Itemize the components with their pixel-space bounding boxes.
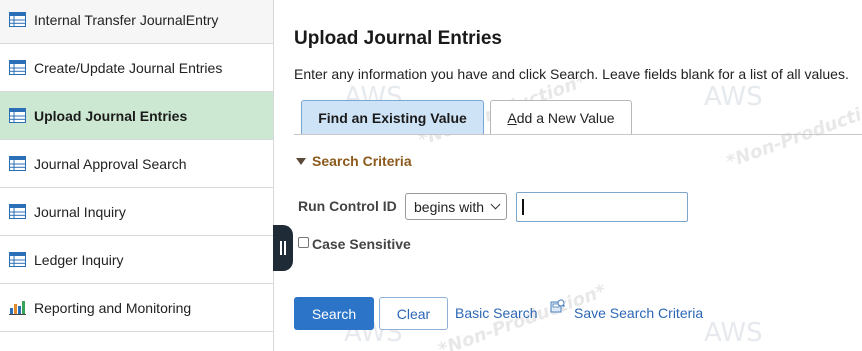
page-title: Upload Journal Entries: [294, 28, 502, 49]
watermark-non-production: *Non-Production*: [723, 92, 862, 173]
sidebar-item-label: Reporting and Monitoring: [34, 299, 192, 316]
tab-divider: [294, 134, 862, 135]
save-search-icon[interactable]: [550, 299, 565, 314]
instructions-text: Enter any information you have and click…: [294, 66, 849, 82]
tab-add-label: Add a New Value: [507, 109, 615, 126]
sidebar-item-label: Create/Update Journal Entries: [34, 59, 223, 76]
sidebar-item-upload[interactable]: Upload Journal Entries: [0, 92, 273, 140]
table-icon: [9, 108, 26, 123]
sidebar-item-label: Ledger Inquiry: [34, 251, 124, 268]
table-icon: [9, 156, 26, 171]
basic-search-link[interactable]: Basic Search: [455, 305, 537, 321]
sidebar-item-create-update[interactable]: Create/Update Journal Entries: [0, 44, 273, 92]
operator-value: begins with: [414, 198, 485, 215]
search-button[interactable]: Search: [294, 297, 374, 330]
sidebar-item-label: Journal Approval Search: [34, 155, 187, 172]
case-sensitive-label: Case Sensitive: [312, 236, 411, 252]
sidebar-item-label: Upload Journal Entries: [34, 107, 188, 124]
watermark-aws: AWS: [704, 82, 763, 112]
clear-button[interactable]: Clear: [379, 297, 448, 330]
main-content: AWS AWS AWS AWS *Non-Production* *Non-Pr…: [274, 0, 862, 351]
case-sensitive-checkbox[interactable]: [298, 237, 309, 248]
text-cursor: [522, 199, 524, 215]
sidebar-item-reporting[interactable]: Reporting and Monitoring: [0, 284, 273, 332]
table-icon: [9, 204, 26, 219]
chevron-down-icon: [490, 199, 501, 210]
run-control-operator-select[interactable]: begins with: [405, 193, 507, 220]
search-criteria-heading: Search Criteria: [312, 153, 412, 169]
search-criteria-toggle[interactable]: Search Criteria: [296, 153, 412, 169]
sidebar: Internal Transfer JournalEntry Create/Up…: [0, 0, 274, 351]
sidebar-item-journal-approval[interactable]: Journal Approval Search: [0, 140, 273, 188]
save-search-criteria-link[interactable]: Save Search Criteria: [574, 305, 703, 321]
sidebar-item-label: Internal Transfer JournalEntry: [34, 11, 219, 28]
sidebar-item-label: Journal Inquiry: [34, 203, 126, 220]
table-icon: [9, 252, 26, 267]
run-control-id-input[interactable]: [516, 192, 688, 222]
table-icon: [9, 12, 26, 27]
sidebar-item-journal-inquiry[interactable]: Journal Inquiry: [0, 188, 273, 236]
sidebar-item-internal-transfer[interactable]: Internal Transfer JournalEntry: [0, 0, 273, 44]
run-control-id-label: Run Control ID: [298, 198, 397, 214]
tab-find-existing-value[interactable]: Find an Existing Value: [301, 100, 484, 134]
caret-down-icon: [296, 157, 306, 165]
bar-chart-icon: [9, 301, 26, 315]
tab-add-new-value[interactable]: Add a New Value: [490, 100, 632, 134]
watermark-aws: AWS: [704, 318, 763, 348]
table-icon: [9, 60, 26, 75]
sidebar-item-ledger-inquiry[interactable]: Ledger Inquiry: [0, 236, 273, 284]
